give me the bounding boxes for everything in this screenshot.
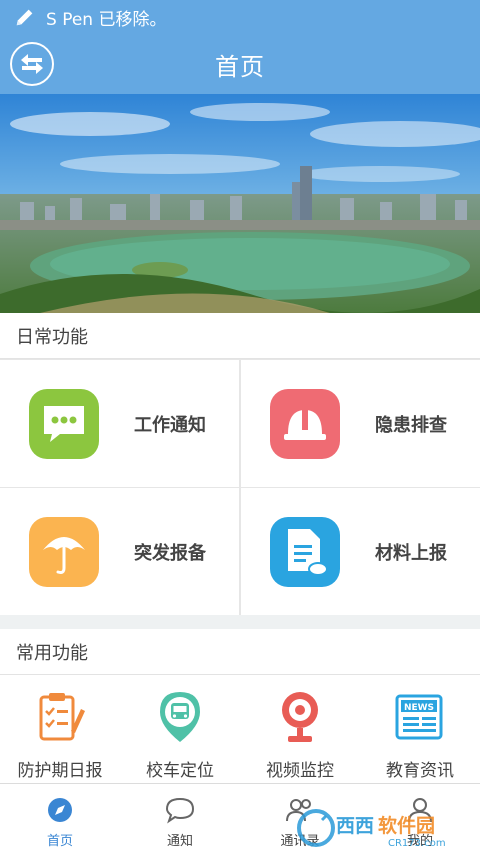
status-text: S Pen 已移除。: [46, 9, 167, 30]
page-title: 首页: [215, 52, 265, 81]
material-report-tile[interactable]: 材料上报: [241, 488, 480, 615]
education-news-label: 教育资讯: [386, 761, 454, 781]
tab-notice[interactable]: 通知: [120, 784, 240, 853]
emergency-report-label: 突发报备: [134, 542, 206, 564]
tab-home-label: 首页: [46, 834, 73, 849]
svg-text:NEWS: NEWS: [404, 703, 434, 713]
education-news-tool[interactable]: NEWS 教育资讯: [360, 676, 480, 782]
umbrella-icon: [29, 516, 99, 587]
compass-icon: [44, 794, 76, 826]
status-bar: S Pen 已移除。: [0, 0, 480, 34]
work-notice-tile[interactable]: 工作通知: [0, 360, 239, 487]
svg-text:CR173.com: CR173.com: [388, 838, 446, 849]
app-bar: 首页: [0, 34, 480, 94]
news-icon: NEWS: [392, 690, 448, 744]
pen-icon: [16, 9, 33, 26]
daily-functions-grid: 工作通知 隐患排查 突发报备 材料上报: [0, 359, 480, 615]
bus-location-label: 校车定位: [146, 761, 214, 781]
work-notice-label: 工作通知: [134, 414, 206, 436]
video-monitor-label: 视频监控: [266, 761, 334, 781]
camera-icon: [272, 690, 328, 744]
bus-location-tool[interactable]: 校车定位: [120, 676, 240, 782]
watermark-logo: 西西 软件园 CR173.com: [296, 806, 466, 850]
section-daily-title: 日常功能: [0, 313, 480, 359]
emergency-report-tile[interactable]: 突发报备: [0, 488, 239, 615]
hard-hat-icon: [270, 388, 340, 459]
daily-report-tool[interactable]: 防护期日报: [0, 676, 120, 782]
swap-arrows-icon: [21, 54, 43, 74]
section-divider: [0, 615, 480, 629]
daily-report-label: 防护期日报: [17, 761, 103, 781]
banner-image[interactable]: [0, 94, 480, 313]
video-monitor-tool[interactable]: 视频监控: [240, 676, 360, 782]
message-icon: [29, 388, 99, 459]
chat-icon: [164, 794, 196, 826]
section-common-title: 常用功能: [0, 629, 480, 675]
common-functions-row: 防护期日报 校车定位 视频监控 NEWS 教育资讯: [0, 676, 480, 782]
hazard-check-label: 隐患排查: [375, 414, 447, 436]
hazard-check-tile[interactable]: 隐患排查: [241, 360, 480, 487]
tab-home[interactable]: 首页: [0, 784, 120, 853]
document-cloud-icon: [270, 516, 340, 587]
svg-text:西西: 西西: [336, 815, 374, 837]
bus-location-icon: [152, 690, 208, 744]
swap-button[interactable]: [10, 42, 54, 86]
svg-text:软件园: 软件园: [378, 814, 435, 837]
material-report-label: 材料上报: [375, 542, 447, 564]
checklist-icon: [32, 690, 88, 744]
tab-notice-label: 通知: [166, 834, 193, 849]
